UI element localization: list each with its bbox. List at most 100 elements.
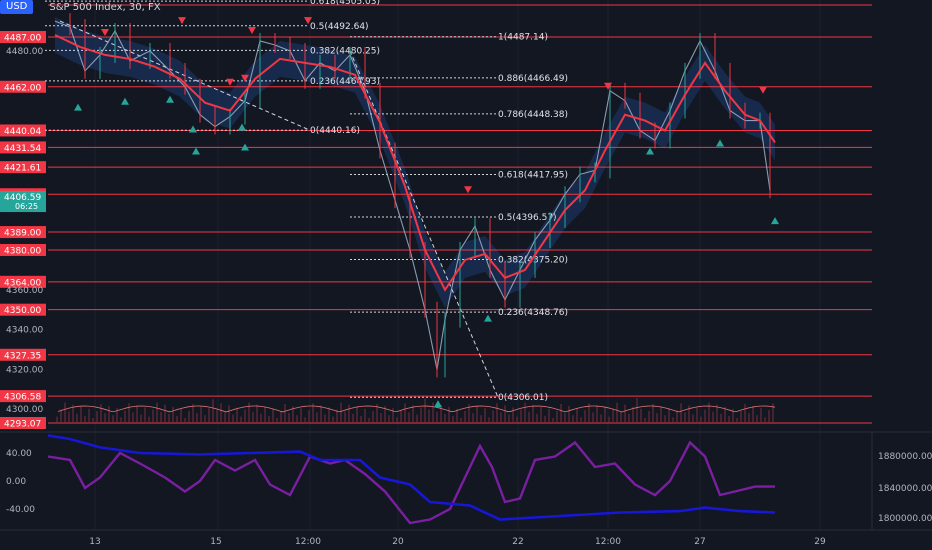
volume-bar	[764, 417, 766, 422]
volume-bar	[436, 411, 438, 422]
volume-bar	[748, 413, 750, 422]
volume-bar	[344, 411, 346, 422]
volume-bar	[200, 406, 202, 422]
volume-bar	[132, 412, 134, 422]
oscillator-tick: 0.00	[6, 477, 26, 487]
volume-bar	[580, 417, 582, 422]
volume-bar	[640, 408, 642, 422]
volume-bar	[424, 398, 426, 422]
volume-bar	[76, 413, 78, 422]
volume-bar	[528, 411, 530, 422]
volume-bar	[708, 402, 710, 422]
volume-bar	[772, 403, 774, 422]
fib-label: 0.786(4448.38)	[498, 110, 568, 120]
volume-bar	[184, 418, 186, 422]
volume-bar	[400, 410, 402, 422]
volume-bar	[64, 402, 66, 422]
volume-bar	[100, 404, 102, 422]
volume-bar	[728, 415, 730, 422]
volume-bar	[624, 404, 626, 422]
price-level-label: 4487.00	[4, 34, 41, 44]
volume-bar	[536, 413, 538, 422]
fib-label: 0.5(4396.57)	[498, 213, 557, 223]
volume-bar	[500, 412, 502, 422]
volume-bar	[296, 415, 298, 422]
fib-label: 0.236(4348.76)	[498, 308, 568, 318]
volume-bar	[616, 402, 618, 422]
volume-bar	[704, 409, 706, 422]
volume-bar	[372, 411, 374, 422]
volume-bar	[476, 406, 478, 422]
volume-bar	[124, 410, 126, 422]
volume-bar	[420, 407, 422, 422]
volume-bar	[416, 414, 418, 422]
volume-bar	[548, 408, 550, 422]
volume-axis-tick: 1800000.00	[878, 514, 932, 524]
volume-bar	[448, 406, 450, 422]
volume-bar	[264, 406, 266, 422]
volume-bar	[60, 409, 62, 422]
volume-bar	[152, 409, 154, 422]
volume-bar	[256, 404, 258, 422]
volume-bar	[412, 405, 414, 422]
volume-bar	[740, 411, 742, 422]
volume-bar	[516, 416, 518, 422]
chart-canvas[interactable]: 4487.004462.004440.044431.544421.614408.…	[0, 0, 932, 550]
chart-header: USD S&P 500 Index, 30, FX	[0, 0, 161, 14]
volume-bar	[112, 415, 114, 422]
volume-bar	[760, 408, 762, 422]
volume-bar	[592, 412, 594, 422]
volume-bar	[576, 408, 578, 422]
time-tick: 22	[512, 537, 523, 547]
volume-bar	[620, 411, 622, 422]
volume-bar	[364, 408, 366, 422]
volume-bar	[660, 406, 662, 422]
volume-bar	[584, 410, 586, 422]
price-tick: 4300.00	[6, 405, 43, 415]
volume-bar	[172, 406, 174, 422]
volume-bar	[552, 418, 554, 422]
volume-bar	[532, 404, 534, 422]
volume-bar	[236, 407, 238, 422]
volume-bar	[324, 414, 326, 422]
volume-bar	[664, 415, 666, 422]
price-level-label: 4293.07	[4, 420, 41, 430]
volume-bar	[280, 411, 282, 422]
volume-bar	[512, 407, 514, 422]
volume-bar	[700, 416, 702, 422]
fib-label: 0(4306.01)	[498, 393, 548, 403]
volume-bar	[328, 407, 330, 422]
price-level-label: 4421.61	[4, 164, 41, 174]
volume-bar	[612, 409, 614, 422]
volume-bar	[320, 405, 322, 422]
volume-bar	[368, 418, 370, 422]
volume-bar	[208, 408, 210, 422]
volume-bar	[600, 414, 602, 422]
price-level-label: 4462.00	[4, 83, 41, 93]
volume-bar	[556, 411, 558, 422]
volume-bar	[140, 414, 142, 422]
volume-bar	[240, 416, 242, 422]
oscillator-tick: -40.00	[6, 505, 35, 515]
symbol-title: S&P 500 Index, 30, FX	[49, 1, 161, 13]
price-level-label: 4440.04	[4, 127, 41, 137]
volume-bar	[120, 417, 122, 422]
volume-bar	[596, 405, 598, 422]
time-tick: 12:00	[295, 537, 321, 547]
volume-bar	[564, 413, 566, 422]
volume-axis-tick: 1840000.00	[878, 484, 932, 494]
volume-bar	[488, 417, 490, 422]
volume-bar	[636, 397, 638, 422]
volume-bar	[340, 402, 342, 422]
volume-bar	[252, 411, 254, 422]
currency-button[interactable]: USD	[0, 0, 34, 14]
time-tick: 12:00	[595, 537, 621, 547]
volume-bar	[268, 415, 270, 422]
volume-bar	[540, 406, 542, 422]
volume-bar	[228, 405, 230, 422]
price-tick: 4340.00	[6, 326, 43, 336]
volume-bar	[360, 415, 362, 422]
volume-bar	[232, 414, 234, 422]
volume-bar	[248, 402, 250, 422]
fib-label: 0.886(4466.49)	[498, 74, 568, 84]
